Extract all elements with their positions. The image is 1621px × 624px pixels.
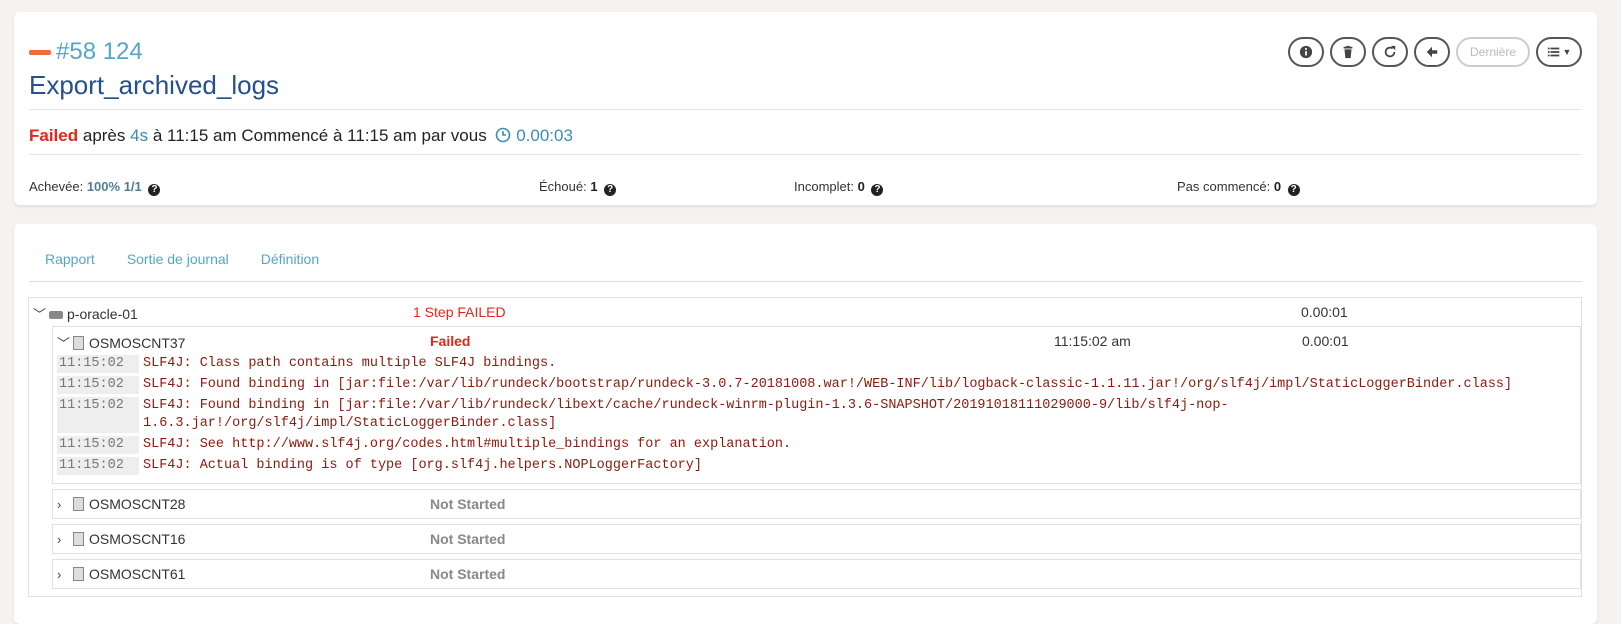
stat-incomplete-value: 0 bbox=[857, 179, 865, 194]
last-execution-button[interactable]: Dernière bbox=[1456, 37, 1530, 67]
stat-not-started: Pas commencé: 0 ? bbox=[1177, 179, 1300, 196]
log-timestamp: 11:15:02 bbox=[57, 376, 139, 394]
info-icon bbox=[1299, 45, 1313, 59]
log-message: SLF4J: Found binding in [jar:file:/var/l… bbox=[143, 377, 1513, 392]
info-button[interactable] bbox=[1288, 37, 1324, 67]
list-icon bbox=[1547, 47, 1559, 57]
help-icon[interactable]: ? bbox=[148, 184, 161, 196]
chevron-right-icon: › bbox=[57, 497, 62, 512]
execution-detail-card: Rapport Sortie de journal Définition ﹀ p-… bbox=[14, 224, 1597, 624]
job-name-link[interactable]: Export_archived_logs bbox=[29, 70, 279, 101]
step-status: Not Started bbox=[430, 496, 506, 512]
node-status: 1 Step FAILED bbox=[413, 304, 506, 320]
log-message: SLF4J: Found binding in [jar:file:/var/l… bbox=[143, 398, 1229, 431]
log-line: 11:15:02 SLF4J: Actual binding is of type… bbox=[57, 457, 1576, 475]
trash-icon bbox=[1343, 45, 1353, 59]
chevron-down-icon: ﹀ bbox=[57, 336, 71, 351]
tab-log-output[interactable]: Sortie de journal bbox=[111, 251, 245, 267]
log-timestamp: 11:15:02 bbox=[57, 355, 139, 373]
log-line: 11:15:02 SLF4J: See http://www.slf4j.org/… bbox=[57, 436, 1576, 454]
step-panel: › OSMOSCNT16 Not Started bbox=[52, 524, 1581, 554]
step-status: Not Started bbox=[430, 531, 506, 547]
stat-not-started-value: 0 bbox=[1273, 179, 1282, 194]
stat-done-label: Achevée: bbox=[29, 179, 84, 194]
step-name: OSMOSCNT61 bbox=[89, 566, 186, 582]
execution-summary-card: #58 124 Export_archived_logs Dernière ▼ … bbox=[14, 12, 1597, 205]
node-toggle[interactable]: ﹀ p-oracle-01 bbox=[33, 304, 138, 323]
caret-down-icon: ▼ bbox=[1562, 47, 1572, 57]
step-status: Failed bbox=[430, 333, 471, 349]
step-name: OSMOSCNT37 bbox=[89, 335, 186, 351]
step-panel: › OSMOSCNT28 Not Started bbox=[52, 489, 1581, 519]
divider bbox=[29, 154, 1582, 155]
stat-incomplete-label: Incomplet: bbox=[794, 179, 854, 194]
node-panel: ﹀ p-oracle-01 1 Step FAILED 0.00:01 ﹀ OSMO… bbox=[28, 297, 1582, 597]
execution-status-line: Failed après 4s à 11:15 am Commencé à 11… bbox=[29, 126, 573, 146]
tab-report[interactable]: Rapport bbox=[29, 251, 111, 267]
execution-id-label: #58 124 bbox=[56, 38, 143, 65]
help-icon[interactable]: ? bbox=[1287, 184, 1300, 196]
step-duration: 0.00:01 bbox=[1302, 333, 1349, 349]
log-timestamp: 11:15:02 bbox=[57, 436, 139, 454]
log-line: 11:15:02 SLF4J: Found binding in [jar:fil… bbox=[57, 376, 1576, 394]
step-status: Not Started bbox=[430, 566, 506, 582]
refresh-icon bbox=[1384, 45, 1396, 58]
help-icon[interactable]: ? bbox=[604, 184, 617, 196]
step-toggle[interactable]: ﹀ OSMOSCNT37 bbox=[57, 333, 185, 352]
step-toggle[interactable]: › OSMOSCNT61 bbox=[57, 566, 185, 582]
log-timestamp: 11:15:02 bbox=[57, 457, 139, 475]
delete-button[interactable] bbox=[1330, 37, 1366, 67]
elapsed-time: 0.00:03 bbox=[516, 126, 573, 145]
step-panel: › OSMOSCNT61 Not Started bbox=[52, 559, 1581, 589]
step-name: OSMOSCNT28 bbox=[89, 496, 186, 512]
stat-failed: Échoué: 1 ? bbox=[539, 179, 617, 196]
clock-icon bbox=[496, 127, 511, 143]
node-duration: 0.00:01 bbox=[1301, 304, 1348, 320]
chevron-down-icon: ﹀ bbox=[33, 307, 47, 322]
chevron-right-icon: › bbox=[57, 532, 62, 547]
execution-actions: Dernière ▼ bbox=[1288, 37, 1582, 67]
log-message: SLF4J: Actual binding is of type [org.sl… bbox=[143, 458, 702, 473]
step-icon bbox=[73, 567, 84, 581]
log-output: 11:15:02 SLF4J: Class path contains multi… bbox=[57, 355, 1576, 478]
stat-failed-label: Échoué: bbox=[539, 179, 587, 194]
step-icon bbox=[73, 497, 84, 511]
rerun-button[interactable] bbox=[1372, 37, 1408, 67]
running-indicator-icon bbox=[29, 49, 51, 55]
back-button[interactable] bbox=[1414, 37, 1450, 67]
help-icon[interactable]: ? bbox=[871, 184, 884, 196]
step-icon bbox=[73, 336, 84, 350]
duration-short: 4s bbox=[130, 126, 149, 145]
stat-incomplete: Incomplet: 0 ? bbox=[794, 179, 884, 196]
status-failed-label: Failed bbox=[29, 126, 79, 145]
tab-bar: Rapport Sortie de journal Définition bbox=[29, 251, 335, 267]
step-time: 11:15:02 am bbox=[1054, 333, 1131, 349]
node-name: p-oracle-01 bbox=[67, 306, 138, 322]
execution-id[interactable]: #58 124 bbox=[29, 38, 143, 66]
server-icon bbox=[49, 311, 63, 319]
step-name: OSMOSCNT16 bbox=[89, 531, 186, 547]
stat-not-started-label: Pas commencé: bbox=[1177, 179, 1271, 194]
divider bbox=[29, 109, 1582, 110]
log-message: SLF4J: See http://www.slf4j.org/codes.ht… bbox=[143, 437, 792, 452]
log-timestamp: 11:15:02 bbox=[57, 397, 139, 433]
step-toggle[interactable]: › OSMOSCNT16 bbox=[57, 531, 185, 547]
step-toggle[interactable]: › OSMOSCNT28 bbox=[57, 496, 185, 512]
after-label: après bbox=[82, 126, 126, 145]
tab-divider bbox=[29, 281, 1582, 282]
stat-done: Achevée: 100% 1/1 ? bbox=[29, 179, 161, 196]
chevron-right-icon: › bbox=[57, 567, 62, 582]
tab-definition[interactable]: Définition bbox=[245, 251, 335, 267]
finished-text: à 11:15 am Commencé à 11:15 am par vous bbox=[152, 126, 487, 145]
arrow-left-icon bbox=[1426, 46, 1438, 58]
step-icon bbox=[73, 532, 84, 546]
step-panel-expanded: ﹀ OSMOSCNT37 Failed 11:15:02 am 0.00:01 1… bbox=[52, 326, 1581, 484]
log-line: 11:15:02 SLF4J: Found binding in [jar:fil… bbox=[57, 397, 1576, 433]
stat-done-value: 100% 1/1 bbox=[86, 179, 142, 194]
stat-failed-value: 1 bbox=[590, 179, 598, 194]
log-line: 11:15:02 SLF4J: Class path contains multi… bbox=[57, 355, 1576, 373]
menu-dropdown-button[interactable]: ▼ bbox=[1536, 37, 1582, 67]
log-message: SLF4J: Class path contains multiple SLF4… bbox=[143, 356, 557, 371]
